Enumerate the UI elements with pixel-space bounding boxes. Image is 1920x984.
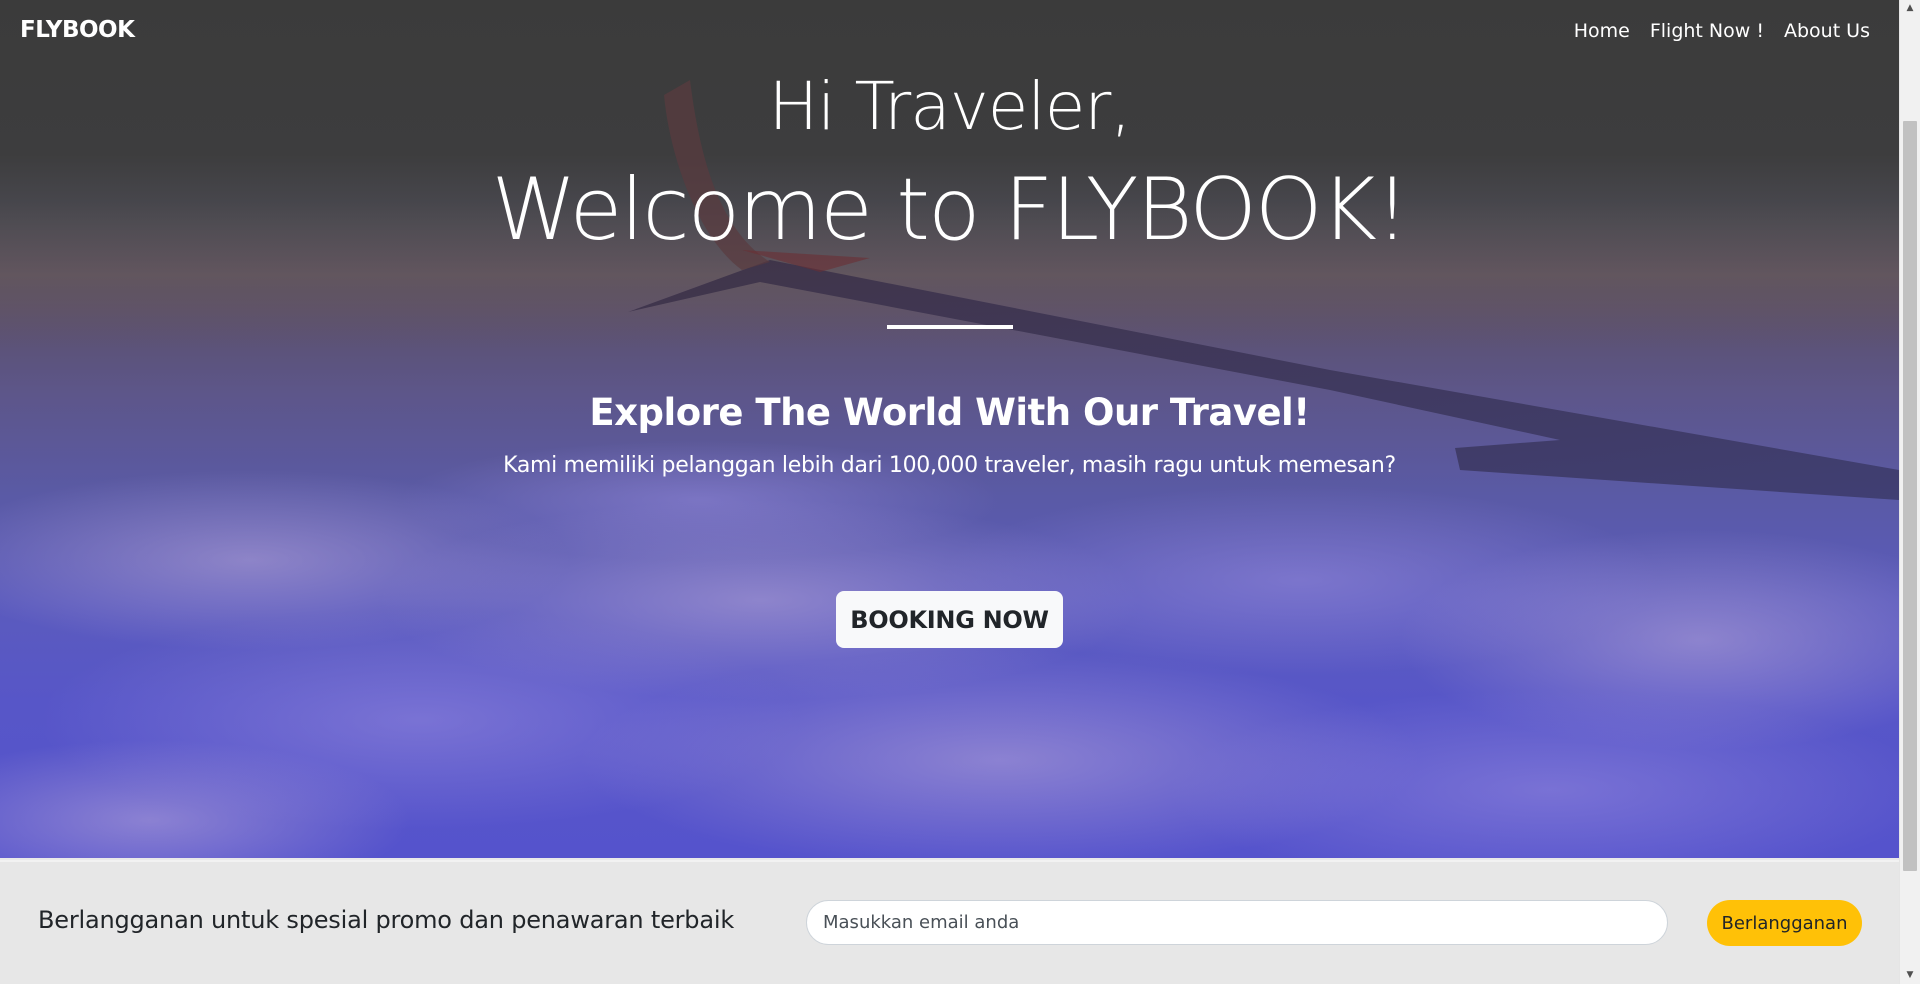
scroll-up-arrow-icon[interactable]: ▲ xyxy=(1900,0,1920,17)
booking-now-button[interactable]: BOOKING NOW xyxy=(836,591,1063,648)
hero-tagline: Explore The World With Our Travel! xyxy=(589,391,1310,434)
nav-link-flight-now[interactable]: Flight Now ! xyxy=(1650,20,1764,42)
nav-link-home[interactable]: Home xyxy=(1574,20,1630,42)
nav-link-about-us[interactable]: About Us xyxy=(1784,20,1870,42)
navbar: FLYBOOK Home Flight Now ! About Us xyxy=(0,0,1899,64)
hero-subtext: Kami memiliki pelanggan lebih dari 100,0… xyxy=(503,453,1396,478)
scrollbar-thumb[interactable] xyxy=(1903,121,1917,871)
subscribe-text: Berlangganan untuk spesial promo dan pen… xyxy=(38,906,735,934)
subscribe-button[interactable]: Berlangganan xyxy=(1707,900,1862,946)
hero-divider xyxy=(887,325,1013,329)
nav-links: Home Flight Now ! About Us xyxy=(1574,20,1870,42)
scroll-down-arrow-icon[interactable]: ▼ xyxy=(1900,967,1920,984)
brand-logo[interactable]: FLYBOOK xyxy=(20,17,135,43)
page: FLYBOOK Home Flight Now ! About Us Hi Tr… xyxy=(0,0,1920,984)
hero-welcome-heading: Welcome to FLYBOOK! xyxy=(491,160,1410,260)
hero-greeting: Hi Traveler, xyxy=(768,68,1132,145)
email-input[interactable] xyxy=(806,900,1668,945)
subscribe-bar: Berlangganan untuk spesial promo dan pen… xyxy=(0,860,1899,984)
vertical-scrollbar[interactable]: ▲ ▼ xyxy=(1899,0,1920,984)
